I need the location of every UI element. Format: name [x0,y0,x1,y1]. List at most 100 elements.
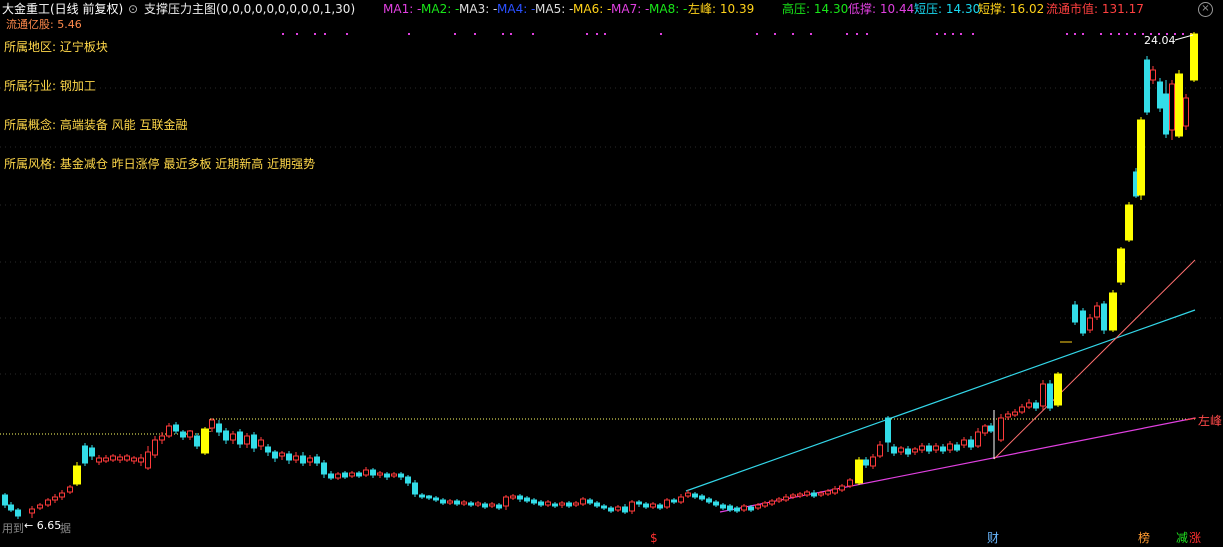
candle-body [510,495,516,499]
candle-body [67,486,73,493]
low-price-label: ← 6.65 [24,519,62,532]
candle-body [615,506,621,511]
candle-body [748,506,754,511]
candle-body [692,493,698,498]
candle-body [947,443,953,451]
signal-dot [502,33,504,35]
candle-body [643,503,649,508]
peak-price-label: 24.04 [1144,34,1176,47]
candle-body [349,472,355,477]
reduce-marker[interactable]: 减 [1176,532,1188,545]
candle-body [954,444,960,451]
candle-body [496,504,502,509]
candle-body [975,431,981,447]
signal-dot [856,33,858,35]
candle-body [293,455,299,461]
candle-body [587,499,593,504]
candle-body [159,435,165,441]
candle-body [384,473,390,478]
candle-body [580,498,586,505]
candle-body [863,459,869,466]
candle-body [870,456,876,467]
candle-body [755,504,761,509]
candle-body [629,501,635,512]
signal-dot [1110,33,1112,35]
bottom-hint-left: 用到 [2,522,24,535]
signal-dot [846,33,848,35]
candle-body [258,439,264,447]
signal-dot [936,33,938,35]
limit-up-marker[interactable]: 涨 [1189,532,1201,545]
candle-body [720,504,726,509]
candle-body [699,495,705,500]
candle-body [524,497,530,502]
candle-body [321,462,327,475]
candle-body [531,499,537,504]
signal-dot [774,33,776,35]
candle-body [45,499,51,506]
signal-dot [1082,33,1084,35]
candle-body [855,459,863,484]
candle-body [279,452,285,457]
signal-dot [960,33,962,35]
candle-body [713,501,719,506]
candle-body [1047,383,1053,409]
bottom-hint-right: 据 [60,522,71,535]
candle-body [223,430,229,441]
candle-body [988,425,994,432]
candle-body [898,447,904,453]
candle-body [1094,305,1100,318]
candle-body [265,446,271,453]
candle-body [251,434,257,449]
candle-body [982,425,988,434]
candle-body [926,445,932,452]
candle-body [419,494,425,498]
candle-body [300,455,306,464]
signal-dot [952,33,954,35]
candle-body [216,423,222,433]
dividend-marker[interactable]: $ [650,532,658,545]
signal-dot [282,33,284,35]
candle-body [454,500,460,505]
candle-body [998,417,1004,441]
candle-body [244,435,250,445]
candle-body [818,492,824,496]
candle-body [797,493,803,497]
signal-dot [944,33,946,35]
candle-body [940,446,946,452]
candle-body [1117,248,1125,283]
candle-body [433,497,439,501]
candle-body [29,508,35,514]
candle-body [96,457,102,463]
ranking-marker[interactable]: 榜 [1138,532,1150,545]
candle-body [839,485,845,491]
candle-body [706,498,712,503]
candle-body [489,503,495,507]
candle-body [8,504,14,511]
trend-line [685,309,1196,492]
candle-body [1012,411,1018,416]
candle-body [405,476,411,484]
candle-body [636,501,642,505]
candle-body [790,494,796,498]
candle-body [377,472,383,476]
candle-body [783,496,789,501]
candle-body [1109,292,1117,331]
candle-body [919,445,925,451]
finance-marker[interactable]: 财 [987,532,999,545]
signal-dot [532,33,534,35]
candle-body [1072,304,1078,323]
candle-body [912,448,918,453]
candlestick-chart[interactable] [0,0,1223,547]
candle-body [1101,303,1107,331]
candle-body [573,502,579,506]
candle-body [769,500,775,505]
candle-body [608,507,614,512]
candle-body [776,498,782,502]
signal-dot [660,33,662,35]
candle-body [272,451,278,459]
candle-body [1175,73,1183,137]
candle-body [461,501,467,505]
candle-body [1163,93,1169,135]
candle-body [1054,373,1062,406]
